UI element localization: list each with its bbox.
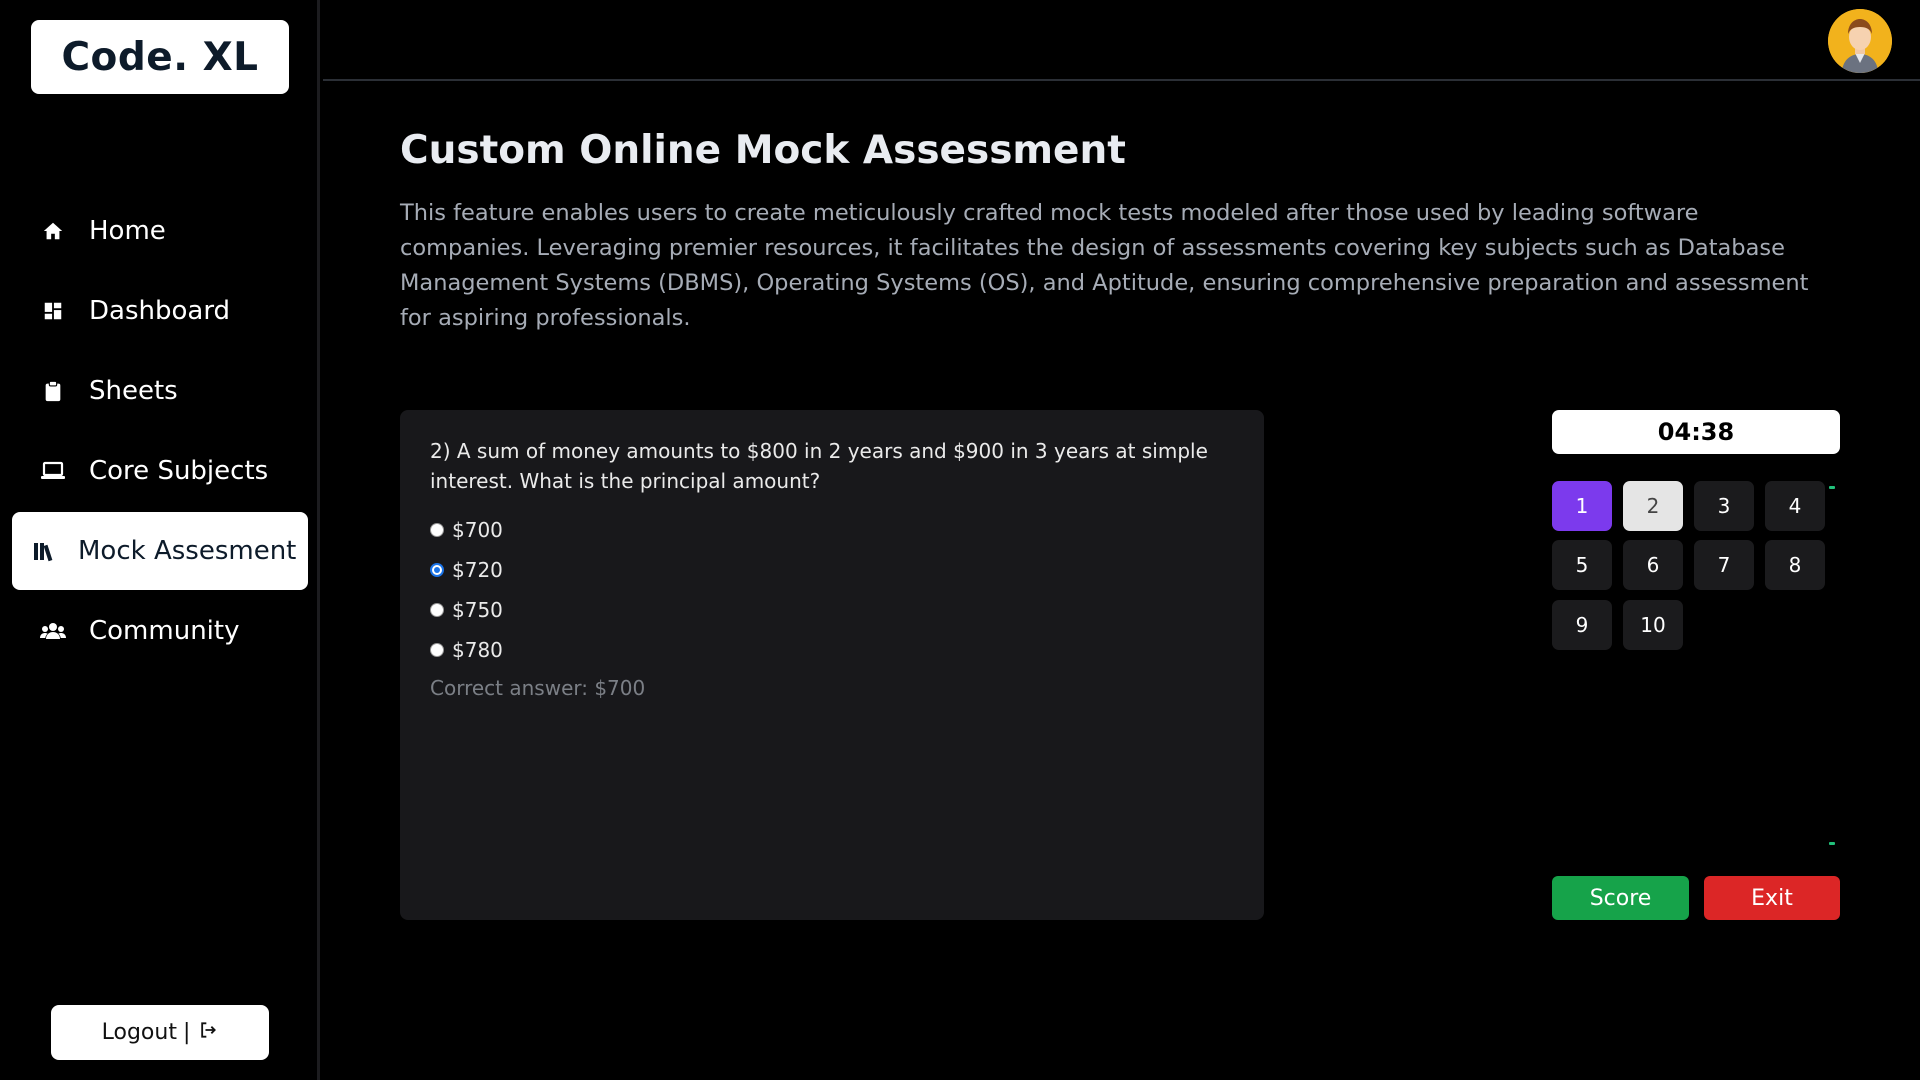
clipboard-icon <box>39 377 67 405</box>
top-bar <box>323 0 1920 81</box>
question-card: 2) A sum of money amounts to $800 in 2 y… <box>400 410 1264 920</box>
question-nav-button[interactable]: 1 <box>1552 481 1612 531</box>
brand-logo-text: Code. XL <box>61 34 259 80</box>
sidebar-item-dashboard[interactable]: Dashboard <box>12 272 308 350</box>
score-button[interactable]: Score <box>1552 876 1689 920</box>
option-1[interactable]: $700 <box>430 518 503 542</box>
sidebar-item-label: Mock Assesment <box>78 536 297 566</box>
user-avatar-icon[interactable] <box>1828 9 1892 73</box>
option-label: $700 <box>452 518 503 542</box>
logout-icon <box>198 1020 218 1046</box>
scroll-up-indicator[interactable] <box>1829 486 1835 489</box>
radio-button[interactable] <box>430 523 444 537</box>
question-nav-button[interactable]: 2 <box>1623 481 1683 531</box>
sidebar-item-label: Home <box>89 216 166 246</box>
question-nav-button[interactable]: 3 <box>1694 481 1754 531</box>
home-icon <box>39 217 67 245</box>
option-label: $750 <box>452 598 503 622</box>
logout-button[interactable]: Logout | <box>51 1005 269 1060</box>
question-nav-button[interactable]: 9 <box>1552 600 1612 650</box>
laptop-icon <box>39 457 67 485</box>
question-nav-button[interactable]: 10 <box>1623 600 1683 650</box>
sidebar-item-label: Community <box>89 616 240 646</box>
question-nav-button[interactable]: 8 <box>1765 540 1825 590</box>
question-nav-button[interactable]: 7 <box>1694 540 1754 590</box>
dashboard-icon <box>39 297 67 325</box>
logout-separator: | <box>182 1020 191 1045</box>
logout-label: Logout <box>101 1020 177 1045</box>
books-icon <box>32 537 60 565</box>
option-label: $780 <box>452 638 503 662</box>
option-3[interactable]: $750 <box>430 598 503 622</box>
sidebar-item-label: Core Subjects <box>89 456 269 486</box>
correct-answer-text: Correct answer: $700 <box>430 676 646 700</box>
sidebar-item-label: Dashboard <box>89 296 231 326</box>
sidebar-item-label: Sheets <box>89 376 178 406</box>
radio-button-selected[interactable] <box>430 563 444 577</box>
brand-logo[interactable]: Code. XL <box>31 20 289 94</box>
question-nav-button[interactable]: 5 <box>1552 540 1612 590</box>
question-nav-button[interactable]: 4 <box>1765 481 1825 531</box>
sidebar-item-sheets[interactable]: Sheets <box>12 352 308 430</box>
option-4[interactable]: $780 <box>430 638 503 662</box>
question-text: 2) A sum of money amounts to $800 in 2 y… <box>430 439 1208 493</box>
sidebar: Code. XL Home Dashboard Sheets Core Subj… <box>0 0 320 1080</box>
sidebar-item-mock-assesment[interactable]: Mock Assesment <box>12 512 308 590</box>
sidebar-item-home[interactable]: Home <box>12 192 308 270</box>
exit-button[interactable]: Exit <box>1704 876 1840 920</box>
scroll-down-indicator[interactable] <box>1829 842 1835 845</box>
sidebar-item-core-subjects[interactable]: Core Subjects <box>12 432 308 510</box>
page-description: This feature enables users to create met… <box>400 200 1809 331</box>
option-label: $720 <box>452 558 503 582</box>
question-nav-button[interactable]: 6 <box>1623 540 1683 590</box>
option-2[interactable]: $720 <box>430 558 503 582</box>
countdown-timer: 04:38 <box>1552 410 1840 454</box>
radio-button[interactable] <box>430 643 444 657</box>
users-icon <box>39 617 67 645</box>
radio-button[interactable] <box>430 603 444 617</box>
page-title: Custom Online Mock Assessment <box>400 128 1126 173</box>
sidebar-item-community[interactable]: Community <box>12 592 308 670</box>
